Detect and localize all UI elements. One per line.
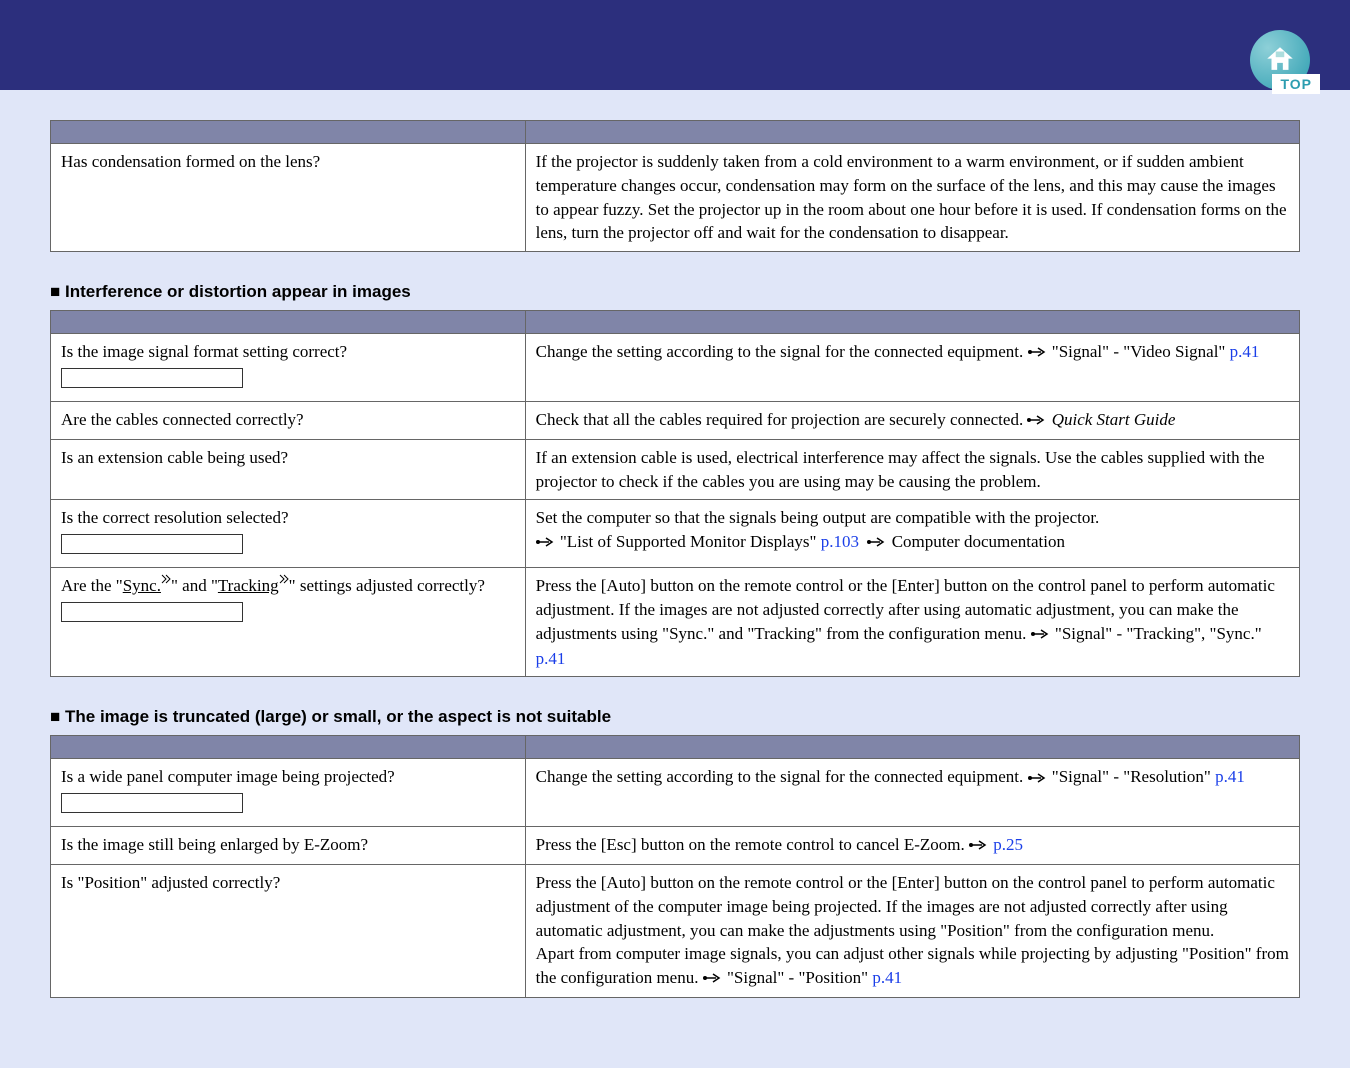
answer-text: Press the [Esc] button on the remote con…: [536, 835, 969, 854]
q-part: " settings adjusted correctly?: [289, 576, 485, 595]
table-condensation: Has condensation formed on the lens? If …: [50, 120, 1300, 252]
answer-cell: If the projector is suddenly taken from …: [525, 144, 1299, 252]
answer-cell: Change the setting according to the sign…: [525, 334, 1299, 402]
ref-text: "Signal" - "Video Signal": [1052, 342, 1230, 361]
pointer-icon: [1028, 341, 1048, 365]
glossary-icon: [279, 576, 289, 595]
question-cell: Are the cables connected correctly?: [51, 401, 526, 439]
ref-text: "Signal" - "Resolution": [1052, 767, 1215, 786]
answer-cell: Check that all the cables required for p…: [525, 401, 1299, 439]
table-row: Is "Position" adjusted correctly? Press …: [51, 864, 1300, 997]
question-cell: Has condensation formed on the lens?: [51, 144, 526, 252]
ref-text: Computer documentation: [892, 532, 1065, 551]
question-cell: Is an extension cable being used?: [51, 439, 526, 500]
question-text: Is the correct resolution selected?: [61, 508, 289, 527]
pointer-icon: [969, 834, 989, 858]
placeholder-box: [61, 534, 243, 554]
home-icon[interactable]: TOP: [1250, 30, 1310, 90]
table-interference: Is the image signal format setting corre…: [50, 310, 1300, 677]
question-cell: Is "Position" adjusted correctly?: [51, 864, 526, 997]
question-cell: Is the image signal format setting corre…: [51, 334, 526, 402]
ref-text: "Signal" - "Position": [727, 968, 872, 987]
answer-cell: If an extension cable is used, electrica…: [525, 439, 1299, 500]
page-link[interactable]: p.41: [1230, 342, 1260, 361]
page-link[interactable]: p.41: [536, 649, 566, 668]
table-row: Is the image signal format setting corre…: [51, 334, 1300, 402]
answer-text: Check that all the cables required for p…: [536, 410, 1028, 429]
question-cell: Is the correct resolution selected?: [51, 500, 526, 568]
answer-text: Set the computer so that the signals bei…: [536, 508, 1100, 527]
page-link[interactable]: p.103: [821, 532, 859, 551]
page-link[interactable]: p.41: [1215, 767, 1245, 786]
page-link[interactable]: p.25: [993, 835, 1023, 854]
pointer-icon: [536, 531, 556, 555]
table-row: Is the correct resolution selected? Set …: [51, 500, 1300, 568]
placeholder-box: [61, 602, 243, 622]
answer-cell: Press the [Auto] button on the remote co…: [525, 567, 1299, 676]
placeholder-box: [61, 368, 243, 388]
q-part: Are the ": [61, 576, 123, 595]
ref-text: "Signal" - "Tracking", "Sync.": [1055, 624, 1262, 643]
pointer-icon: [867, 531, 887, 555]
top-label[interactable]: TOP: [1272, 74, 1320, 94]
question-text: Is the image signal format setting corre…: [61, 342, 347, 361]
table-row: Are the "Sync. " and "Tracking " settings …: [51, 567, 1300, 676]
header-right-group: TOP: [1250, 30, 1310, 90]
answer-cell: Press the [Auto] button on the remote co…: [525, 864, 1299, 997]
answer-cell: Press the [Esc] button on the remote con…: [525, 826, 1299, 864]
answer-cell: Change the setting according to the sign…: [525, 759, 1299, 827]
glossary-icon: [161, 576, 171, 595]
table-row: Are the cables connected correctly? Chec…: [51, 401, 1300, 439]
ref-text: Quick Start Guide: [1052, 410, 1176, 429]
question-cell: Are the "Sync. " and "Tracking " settings …: [51, 567, 526, 676]
table-row: Has condensation formed on the lens? If …: [51, 144, 1300, 252]
question-text: Is a wide panel computer image being pro…: [61, 767, 395, 786]
ref-text: "List of Supported Monitor Displays": [560, 532, 821, 551]
answer-text: Press the [Auto] button on the remote co…: [536, 873, 1289, 987]
section-heading-interference: Interference or distortion appear in ima…: [50, 282, 1300, 302]
pointer-icon: [1027, 409, 1047, 433]
page-content: Has condensation formed on the lens? If …: [0, 90, 1350, 1068]
table-row: Is a wide panel computer image being pro…: [51, 759, 1300, 827]
question-cell: Is the image still being enlarged by E-Z…: [51, 826, 526, 864]
answer-cell: Set the computer so that the signals bei…: [525, 500, 1299, 568]
answer-text: Change the setting according to the sign…: [536, 767, 1028, 786]
page-link[interactable]: p.41: [872, 968, 902, 987]
table-row: Is an extension cable being used? If an …: [51, 439, 1300, 500]
pointer-icon: [1031, 623, 1051, 647]
table-truncated: Is a wide panel computer image being pro…: [50, 735, 1300, 998]
placeholder-box: [61, 793, 243, 813]
header-bar: TOP: [0, 0, 1350, 90]
pointer-icon: [1028, 767, 1048, 791]
table-row: Is the image still being enlarged by E-Z…: [51, 826, 1300, 864]
answer-text: Change the setting according to the sign…: [536, 342, 1028, 361]
q-part: " and ": [171, 576, 218, 595]
section-heading-truncated: The image is truncated (large) or small,…: [50, 707, 1300, 727]
pointer-icon: [703, 967, 723, 991]
glossary-tracking[interactable]: Tracking: [218, 576, 279, 595]
question-cell: Is a wide panel computer image being pro…: [51, 759, 526, 827]
glossary-sync[interactable]: Sync.: [123, 576, 161, 595]
